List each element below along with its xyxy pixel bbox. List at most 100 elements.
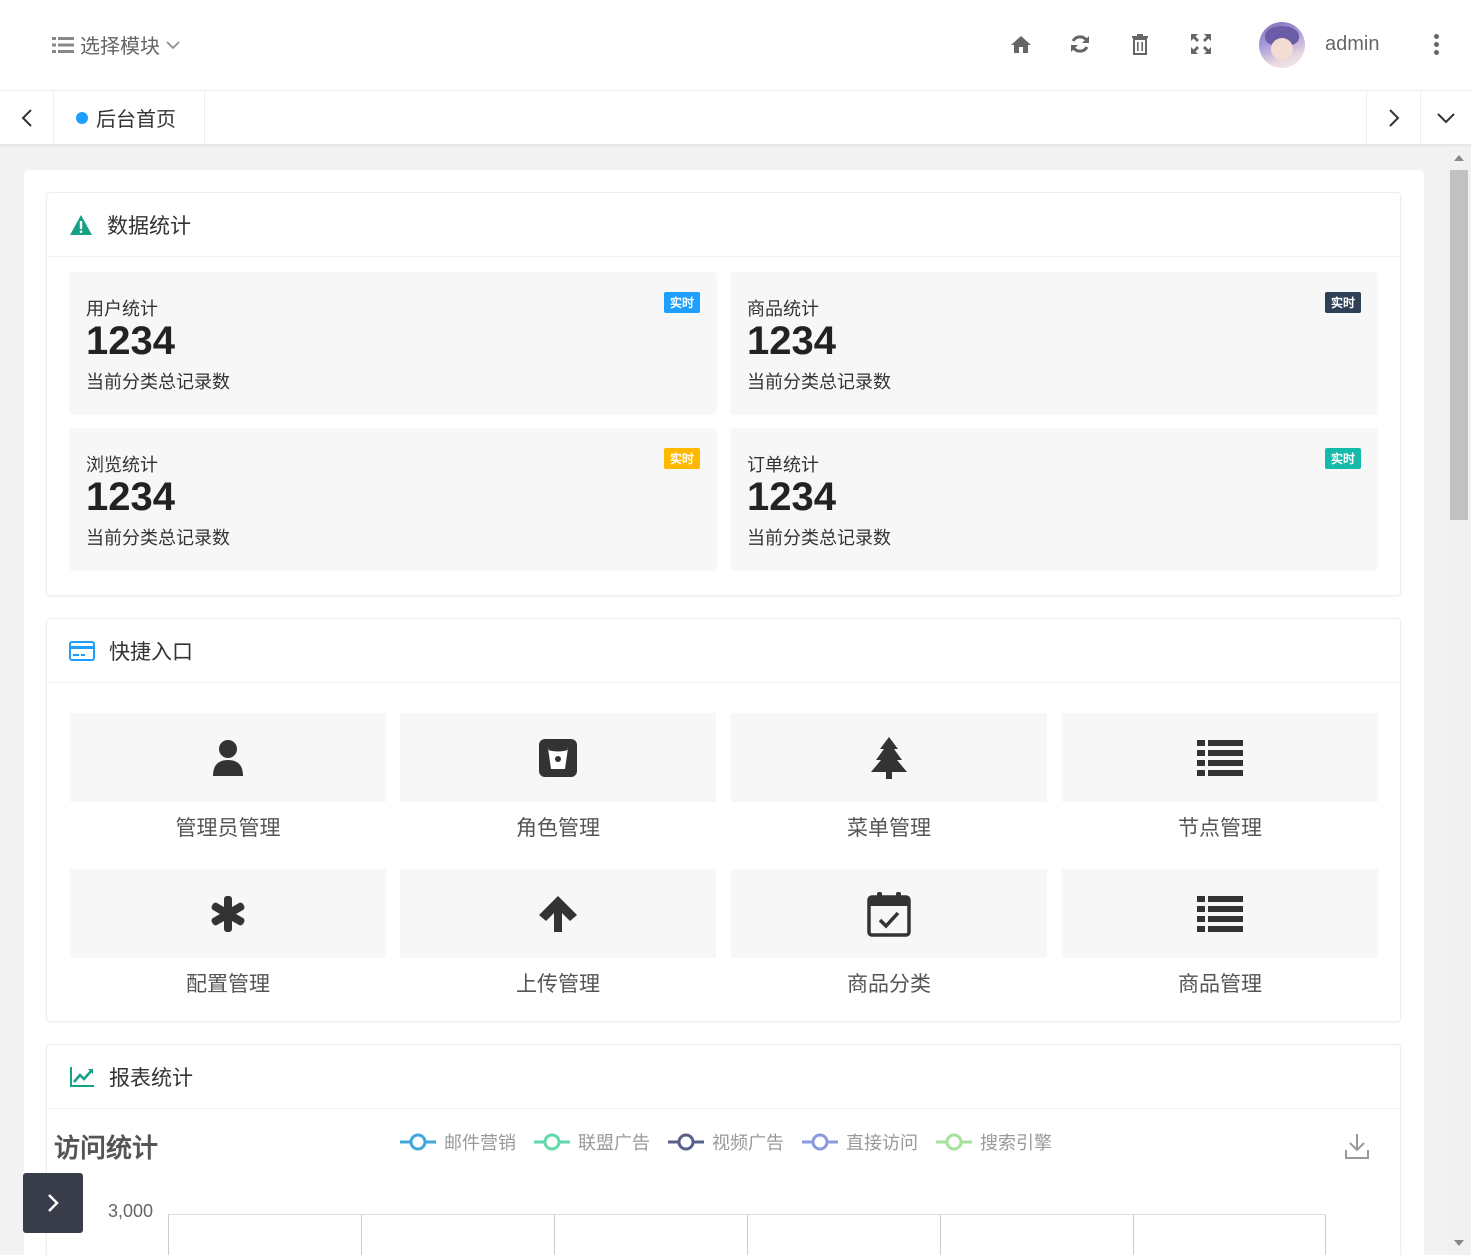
page-scrollbar[interactable] bbox=[1448, 150, 1470, 1255]
scrollbar-thumb[interactable] bbox=[1450, 170, 1468, 520]
grid-line bbox=[361, 1215, 362, 1255]
shortcuts-card-header: 快捷入口 bbox=[47, 619, 1400, 683]
stat-value: 1234 bbox=[86, 475, 175, 519]
calendar-check-icon bbox=[867, 891, 911, 937]
realtime-badge: 实时 bbox=[663, 292, 700, 313]
scroll-up-arrow-icon[interactable] bbox=[1454, 155, 1464, 161]
tab-home-label: 后台首页 bbox=[96, 109, 176, 131]
credit-card-icon bbox=[69, 640, 95, 661]
stat-desc: 当前分类总记录数 bbox=[747, 528, 891, 548]
chart-grid bbox=[168, 1214, 1326, 1255]
shortcut-product-category[interactable]: 商品分类 bbox=[731, 869, 1047, 998]
tab-bar: 后台首页 bbox=[0, 91, 1471, 145]
legend-item[interactable]: 联盟广告 bbox=[534, 1129, 650, 1155]
stat-value: 1234 bbox=[86, 319, 175, 363]
chevron-right-icon bbox=[48, 1194, 59, 1212]
legend-label: 邮件营销 bbox=[444, 1133, 516, 1153]
legend-label: 视频广告 bbox=[712, 1133, 784, 1153]
asterisk-icon bbox=[211, 895, 245, 932]
module-select-label: 选择模块 bbox=[80, 36, 160, 58]
shortcut-label: 角色管理 bbox=[516, 817, 600, 840]
stat-title: 用户统计 bbox=[86, 299, 158, 319]
tree-icon bbox=[871, 736, 907, 779]
stat-value: 1234 bbox=[747, 319, 836, 363]
realtime-badge: 实时 bbox=[663, 448, 700, 469]
shortcut-label: 菜单管理 bbox=[847, 817, 931, 840]
shortcut-config-management[interactable]: 配置管理 bbox=[70, 869, 386, 998]
report-card-title: 报表统计 bbox=[109, 1066, 193, 1090]
shortcut-label: 配置管理 bbox=[186, 973, 270, 996]
shortcut-admin-management[interactable]: 管理员管理 bbox=[70, 713, 386, 842]
legend-line-marker-icon bbox=[802, 1133, 838, 1151]
tab-scroll-right-button[interactable] bbox=[1366, 91, 1420, 144]
download-icon[interactable] bbox=[1345, 1133, 1369, 1164]
user-icon bbox=[213, 739, 243, 776]
grid-line bbox=[168, 1215, 169, 1255]
legend-line-marker-icon bbox=[534, 1133, 570, 1151]
shortcut-product-management[interactable]: 商品管理 bbox=[1062, 869, 1378, 998]
stat-card-users: 用户统计 1234 当前分类总记录数 实时 bbox=[70, 272, 716, 413]
stat-title: 商品统计 bbox=[747, 299, 819, 319]
legend-line-marker-icon bbox=[936, 1133, 972, 1151]
shortcut-label: 商品管理 bbox=[1178, 973, 1262, 996]
legend-item[interactable]: 视频广告 bbox=[668, 1129, 784, 1155]
tab-options-dropdown[interactable] bbox=[1420, 91, 1471, 144]
stat-title: 浏览统计 bbox=[86, 455, 158, 475]
grid-line bbox=[1133, 1215, 1134, 1255]
stat-card-orders: 订单统计 1234 当前分类总记录数 实时 bbox=[731, 428, 1377, 569]
legend-label: 联盟广告 bbox=[578, 1133, 650, 1153]
shortcut-label: 节点管理 bbox=[1178, 817, 1262, 840]
stats-card-header: 数据统计 bbox=[47, 193, 1400, 257]
legend-line-marker-icon bbox=[668, 1133, 704, 1151]
grid-line bbox=[1325, 1215, 1326, 1255]
tab-home[interactable]: 后台首页 bbox=[54, 91, 205, 144]
tab-scroll-left-button[interactable] bbox=[0, 91, 54, 144]
shortcut-role-management[interactable]: 角色管理 bbox=[400, 713, 716, 842]
stat-desc: 当前分类总记录数 bbox=[86, 372, 230, 392]
active-dot-icon bbox=[76, 111, 88, 124]
stat-title: 订单统计 bbox=[747, 455, 819, 475]
stat-card-products: 商品统计 1234 当前分类总记录数 实时 bbox=[731, 272, 1377, 413]
trash-icon[interactable] bbox=[1128, 32, 1152, 56]
stat-value: 1234 bbox=[747, 475, 836, 519]
home-icon[interactable] bbox=[1009, 32, 1033, 56]
list-icon bbox=[1197, 739, 1243, 776]
shortcut-upload-management[interactable]: 上传管理 bbox=[400, 869, 716, 998]
stat-desc: 当前分类总记录数 bbox=[747, 372, 891, 392]
avatar[interactable] bbox=[1259, 22, 1305, 68]
legend-label: 搜索引擎 bbox=[980, 1133, 1052, 1153]
username-label[interactable]: admin bbox=[1325, 33, 1379, 56]
legend-label: 直接访问 bbox=[846, 1133, 918, 1153]
module-select-dropdown[interactable]: 选择模块 bbox=[52, 30, 180, 59]
grid-line bbox=[747, 1215, 748, 1255]
stat-card-views: 浏览统计 1234 当前分类总记录数 实时 bbox=[70, 428, 716, 569]
shortcut-node-management[interactable]: 节点管理 bbox=[1062, 713, 1378, 842]
list-icon bbox=[1197, 895, 1243, 932]
fullscreen-icon[interactable] bbox=[1189, 32, 1213, 56]
stats-card-title: 数据统计 bbox=[107, 214, 191, 238]
legend-line-marker-icon bbox=[400, 1133, 436, 1151]
scroll-down-arrow-icon[interactable] bbox=[1454, 1240, 1464, 1246]
expand-sidebar-button[interactable] bbox=[23, 1173, 83, 1233]
report-card-header: 报表统计 bbox=[47, 1045, 1400, 1109]
realtime-badge: 实时 bbox=[1324, 292, 1361, 313]
chevron-left-icon bbox=[21, 108, 32, 127]
more-vertical-icon[interactable] bbox=[1432, 33, 1440, 57]
shortcut-menu-management[interactable]: 菜单管理 bbox=[731, 713, 1047, 842]
chart-legend: 邮件营销 联盟广告 视频广告 直接访问 搜索引擎 bbox=[400, 1129, 1052, 1155]
legend-item[interactable]: 邮件营销 bbox=[400, 1129, 516, 1155]
grid-line bbox=[554, 1215, 555, 1255]
top-header: 选择模块 admin bbox=[0, 0, 1471, 91]
chart-title: 访问统计 bbox=[54, 1133, 159, 1163]
shortcut-label: 管理员管理 bbox=[175, 817, 281, 840]
refresh-icon[interactable] bbox=[1068, 32, 1092, 56]
arrow-up-icon bbox=[539, 895, 577, 932]
legend-item[interactable]: 搜索引擎 bbox=[936, 1129, 1052, 1155]
chevron-right-icon bbox=[1388, 108, 1399, 127]
legend-item[interactable]: 直接访问 bbox=[802, 1129, 918, 1155]
chevron-down-icon bbox=[1437, 112, 1455, 123]
shortcut-label: 商品分类 bbox=[847, 973, 931, 996]
line-chart-icon bbox=[69, 1066, 95, 1088]
list-icon bbox=[52, 36, 74, 53]
warning-icon bbox=[69, 214, 93, 236]
